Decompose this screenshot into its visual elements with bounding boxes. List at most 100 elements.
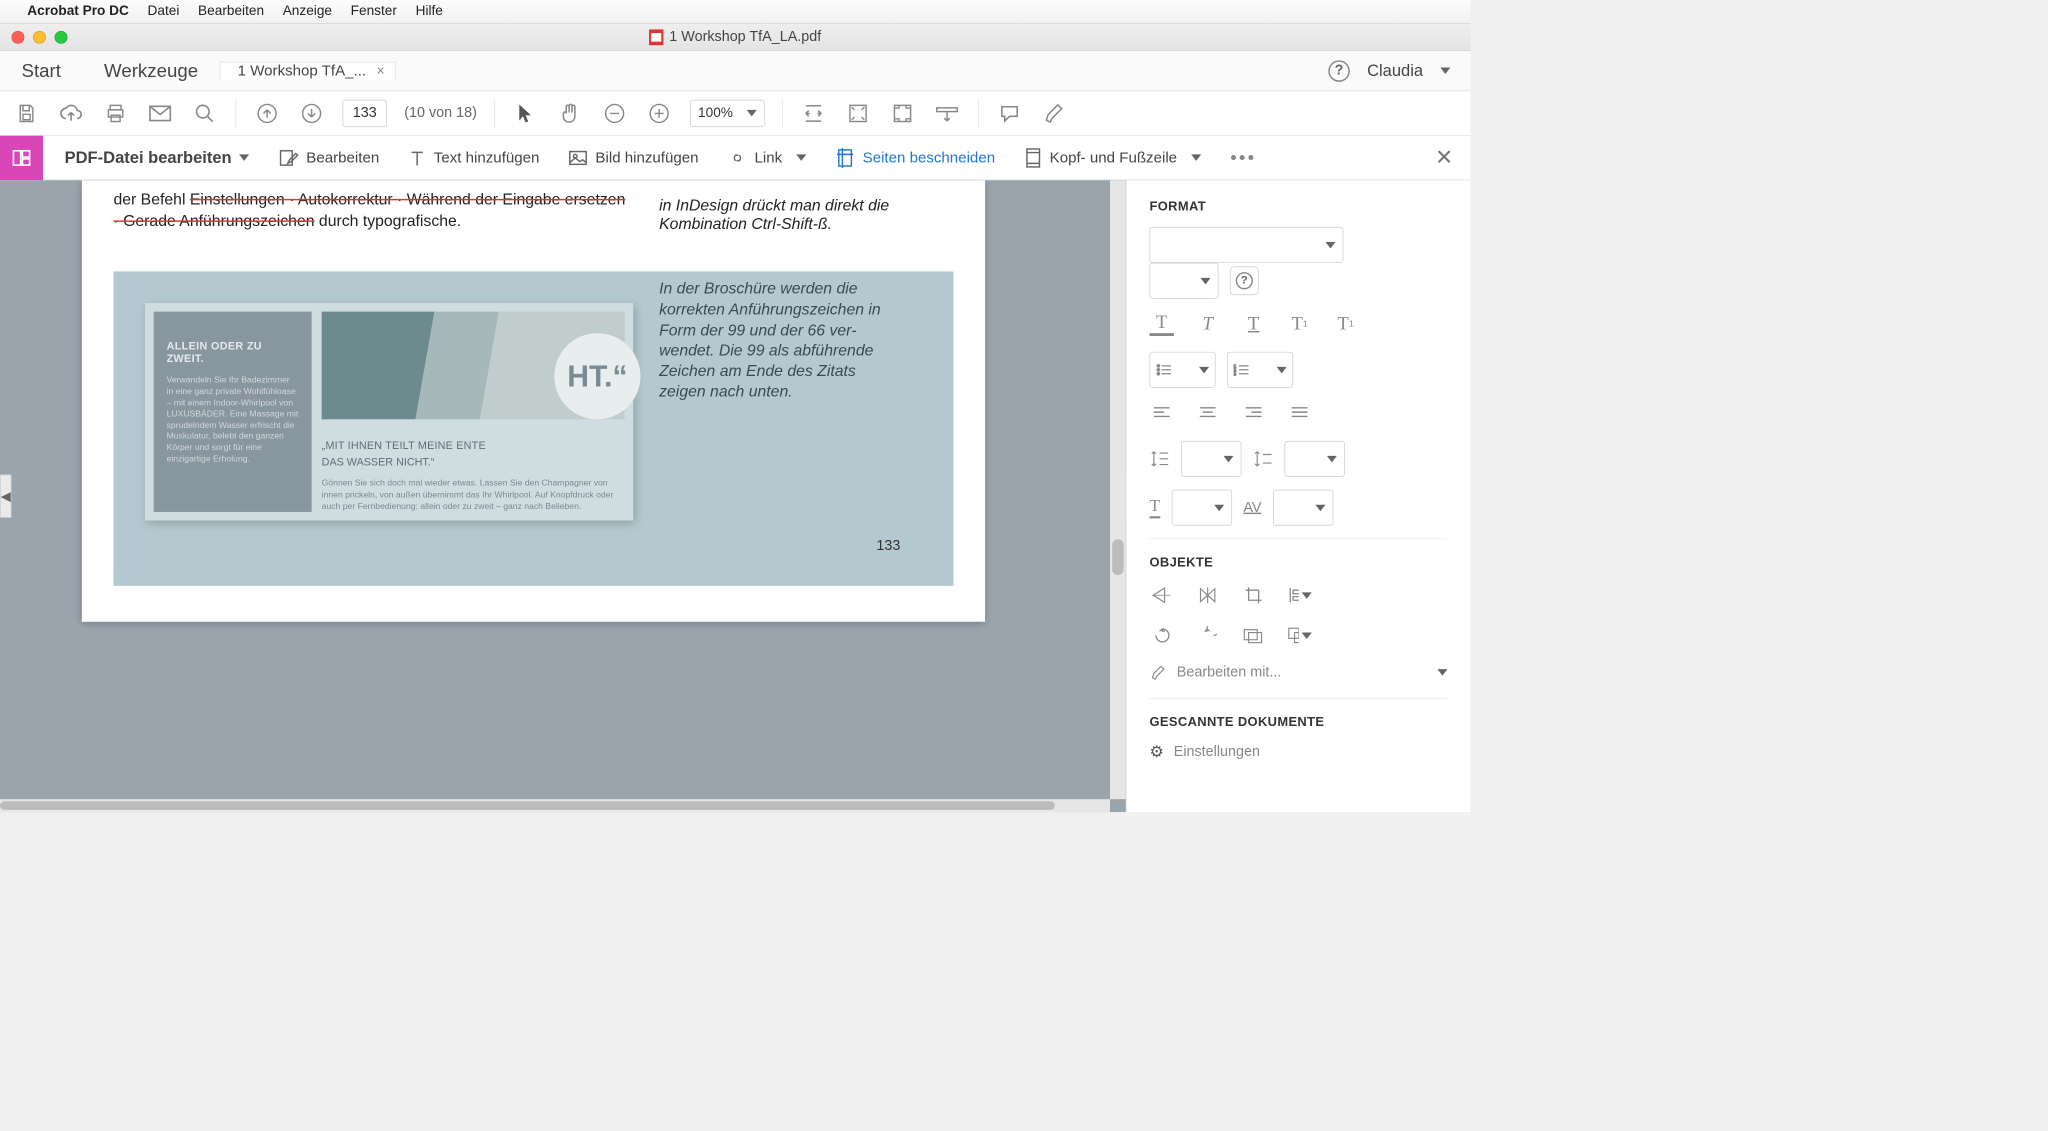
line-spacing-select[interactable]	[1181, 441, 1241, 477]
document-viewport[interactable]: ◀ ▶ der Befehl Einstellungen · Autokorre…	[0, 180, 1126, 812]
section-scanned-heading: GESCANNTE DOKUMENTE	[1150, 714, 1448, 729]
arrange-icon[interactable]	[1287, 623, 1311, 647]
vertical-scrollbar[interactable]	[1110, 180, 1126, 799]
cloud-upload-icon[interactable]	[57, 99, 84, 126]
user-name-label[interactable]: Claudia	[1367, 61, 1423, 80]
nav-tools[interactable]: Werkzeuge	[83, 60, 220, 82]
fit-page-icon[interactable]	[844, 99, 871, 126]
bullet-list-select[interactable]	[1150, 352, 1216, 388]
edit-pdf-title[interactable]: PDF-Datei bearbeiten	[50, 135, 263, 180]
brochure-left-body: Verwandeln Sie Ihr Badezimmer in eine ga…	[167, 375, 299, 465]
document-tab-label: 1 Workshop TfA_...	[238, 62, 367, 79]
replace-image-icon[interactable]	[1241, 623, 1265, 647]
margin-note-2: In der Broschüre werden die korrekten An…	[659, 279, 889, 402]
font-size-select[interactable]	[1150, 263, 1219, 299]
fullscreen-icon[interactable]	[889, 99, 916, 126]
window-title-bar: 1 Workshop TfA_LA.pdf	[0, 24, 1470, 51]
font-help-icon[interactable]: ?	[1230, 266, 1259, 295]
align-right-icon[interactable]	[1241, 401, 1265, 425]
format-side-panel: FORMAT ? T T T T1 T1 123	[1126, 180, 1471, 812]
hand-tool-icon[interactable]	[557, 99, 584, 126]
more-tools-icon[interactable]: •••	[1216, 135, 1271, 180]
flip-vertical-icon[interactable]	[1150, 583, 1174, 607]
paragraph-spacing-select[interactable]	[1285, 441, 1345, 477]
link-button[interactable]: Link	[713, 135, 821, 180]
pdf-file-icon	[649, 29, 663, 45]
rotate-cw-icon[interactable]	[1195, 623, 1219, 647]
nav-start[interactable]: Start	[0, 60, 83, 82]
save-icon[interactable]	[13, 99, 40, 126]
expand-left-panel-icon[interactable]: ◀	[0, 475, 11, 518]
align-center-icon[interactable]	[1195, 401, 1219, 425]
header-footer-button[interactable]: Kopf- und Fußzeile	[1009, 135, 1215, 180]
crop-pages-button[interactable]: Seiten beschneiden	[821, 135, 1009, 180]
page-count-label: (10 von 18)	[404, 105, 477, 122]
tab-close-icon[interactable]: ×	[376, 63, 384, 80]
numbered-list-select[interactable]: 123	[1227, 352, 1293, 388]
page-number-label: 133	[145, 538, 922, 555]
rotate-ccw-icon[interactable]	[1150, 623, 1174, 647]
gear-icon: ⚙	[1150, 742, 1164, 761]
flip-horizontal-icon[interactable]	[1195, 583, 1219, 607]
italic-icon[interactable]: T	[1195, 312, 1219, 336]
highlight-icon[interactable]	[1041, 99, 1068, 126]
text-color-icon[interactable]: T	[1150, 312, 1174, 336]
page-up-icon[interactable]	[253, 99, 280, 126]
character-spacing-icon: AV	[1243, 499, 1261, 516]
help-icon[interactable]: ?	[1328, 60, 1350, 82]
brochure-caption-2: DAS WASSER NICHT.“	[322, 456, 625, 468]
menu-hilfe[interactable]: Hilfe	[416, 4, 443, 20]
pdf-page: der Befehl Einstellungen · Autokorrektur…	[82, 180, 985, 622]
edit-button[interactable]: Bearbeiten	[263, 135, 393, 180]
menu-fenster[interactable]: Fenster	[351, 4, 397, 20]
align-left-icon[interactable]	[1150, 401, 1174, 425]
email-icon[interactable]	[146, 99, 173, 126]
document-tab-row: Start Werkzeuge 1 Workshop TfA_... × ? C…	[0, 51, 1470, 91]
subscript-icon[interactable]: T1	[1333, 312, 1357, 336]
zoom-select[interactable]: 100%	[690, 99, 765, 126]
edit-with-button[interactable]: Bearbeiten mit...	[1150, 663, 1448, 680]
document-tab-active[interactable]: 1 Workshop TfA_... ×	[220, 62, 396, 80]
menu-bearbeiten[interactable]: Bearbeiten	[198, 4, 264, 20]
window-minimize-icon[interactable]	[33, 31, 46, 44]
paragraph-spacing-icon	[1253, 449, 1273, 469]
search-icon[interactable]	[191, 99, 218, 126]
window-title: 1 Workshop TfA_LA.pdf	[669, 29, 821, 46]
horizontal-scrollbar[interactable]	[0, 799, 1110, 812]
comment-icon[interactable]	[996, 99, 1023, 126]
menu-datei[interactable]: Datei	[148, 4, 180, 20]
fit-width-icon[interactable]	[800, 99, 827, 126]
brochure-left-heading: ALLEIN ODER ZU ZWEIT.	[167, 341, 299, 365]
pointer-tool-icon[interactable]	[512, 99, 539, 126]
print-icon[interactable]	[102, 99, 129, 126]
font-family-select[interactable]	[1150, 227, 1344, 263]
align-objects-icon[interactable]	[1287, 583, 1311, 607]
align-justify-icon[interactable]	[1287, 401, 1311, 425]
page-number-input[interactable]	[342, 99, 387, 126]
horizontal-scale-icon: T	[1150, 497, 1161, 519]
reading-mode-icon[interactable]	[934, 99, 961, 126]
add-text-button[interactable]: Text hinzufügen	[394, 135, 554, 180]
add-image-button[interactable]: Bild hinzufügen	[554, 135, 713, 180]
horizontal-scale-select[interactable]	[1172, 490, 1232, 526]
section-objects-heading: OBJEKTE	[1150, 555, 1448, 570]
close-edit-panel-icon[interactable]: ✕	[1435, 145, 1453, 170]
superscript-icon[interactable]: T1	[1287, 312, 1311, 336]
menu-anzeige[interactable]: Anzeige	[283, 4, 332, 20]
settings-button[interactable]: ⚙ Einstellungen	[1150, 742, 1448, 761]
zoom-in-icon[interactable]	[646, 99, 673, 126]
user-menu-chevron-icon[interactable]	[1440, 67, 1450, 73]
zoom-out-icon[interactable]	[601, 99, 628, 126]
window-close-icon[interactable]	[11, 31, 24, 44]
page-down-icon[interactable]	[298, 99, 325, 126]
edit-pdf-indicator-icon[interactable]	[0, 136, 43, 181]
underline-icon[interactable]: T	[1241, 312, 1265, 336]
app-name[interactable]: Acrobat Pro DC	[27, 4, 129, 20]
edit-pdf-toolbar: PDF-Datei bearbeiten Bearbeiten Text hin…	[0, 136, 1470, 181]
window-zoom-icon[interactable]	[55, 31, 68, 44]
quote-circle: HT.“	[554, 333, 640, 419]
crop-object-icon[interactable]	[1241, 583, 1265, 607]
character-spacing-select[interactable]	[1273, 490, 1333, 526]
brochure-sample: ALLEIN ODER ZU ZWEIT. Verwandeln Sie Ihr…	[145, 303, 633, 520]
margin-note-1: in InDesign drückt man direkt die Kombin…	[659, 196, 917, 233]
